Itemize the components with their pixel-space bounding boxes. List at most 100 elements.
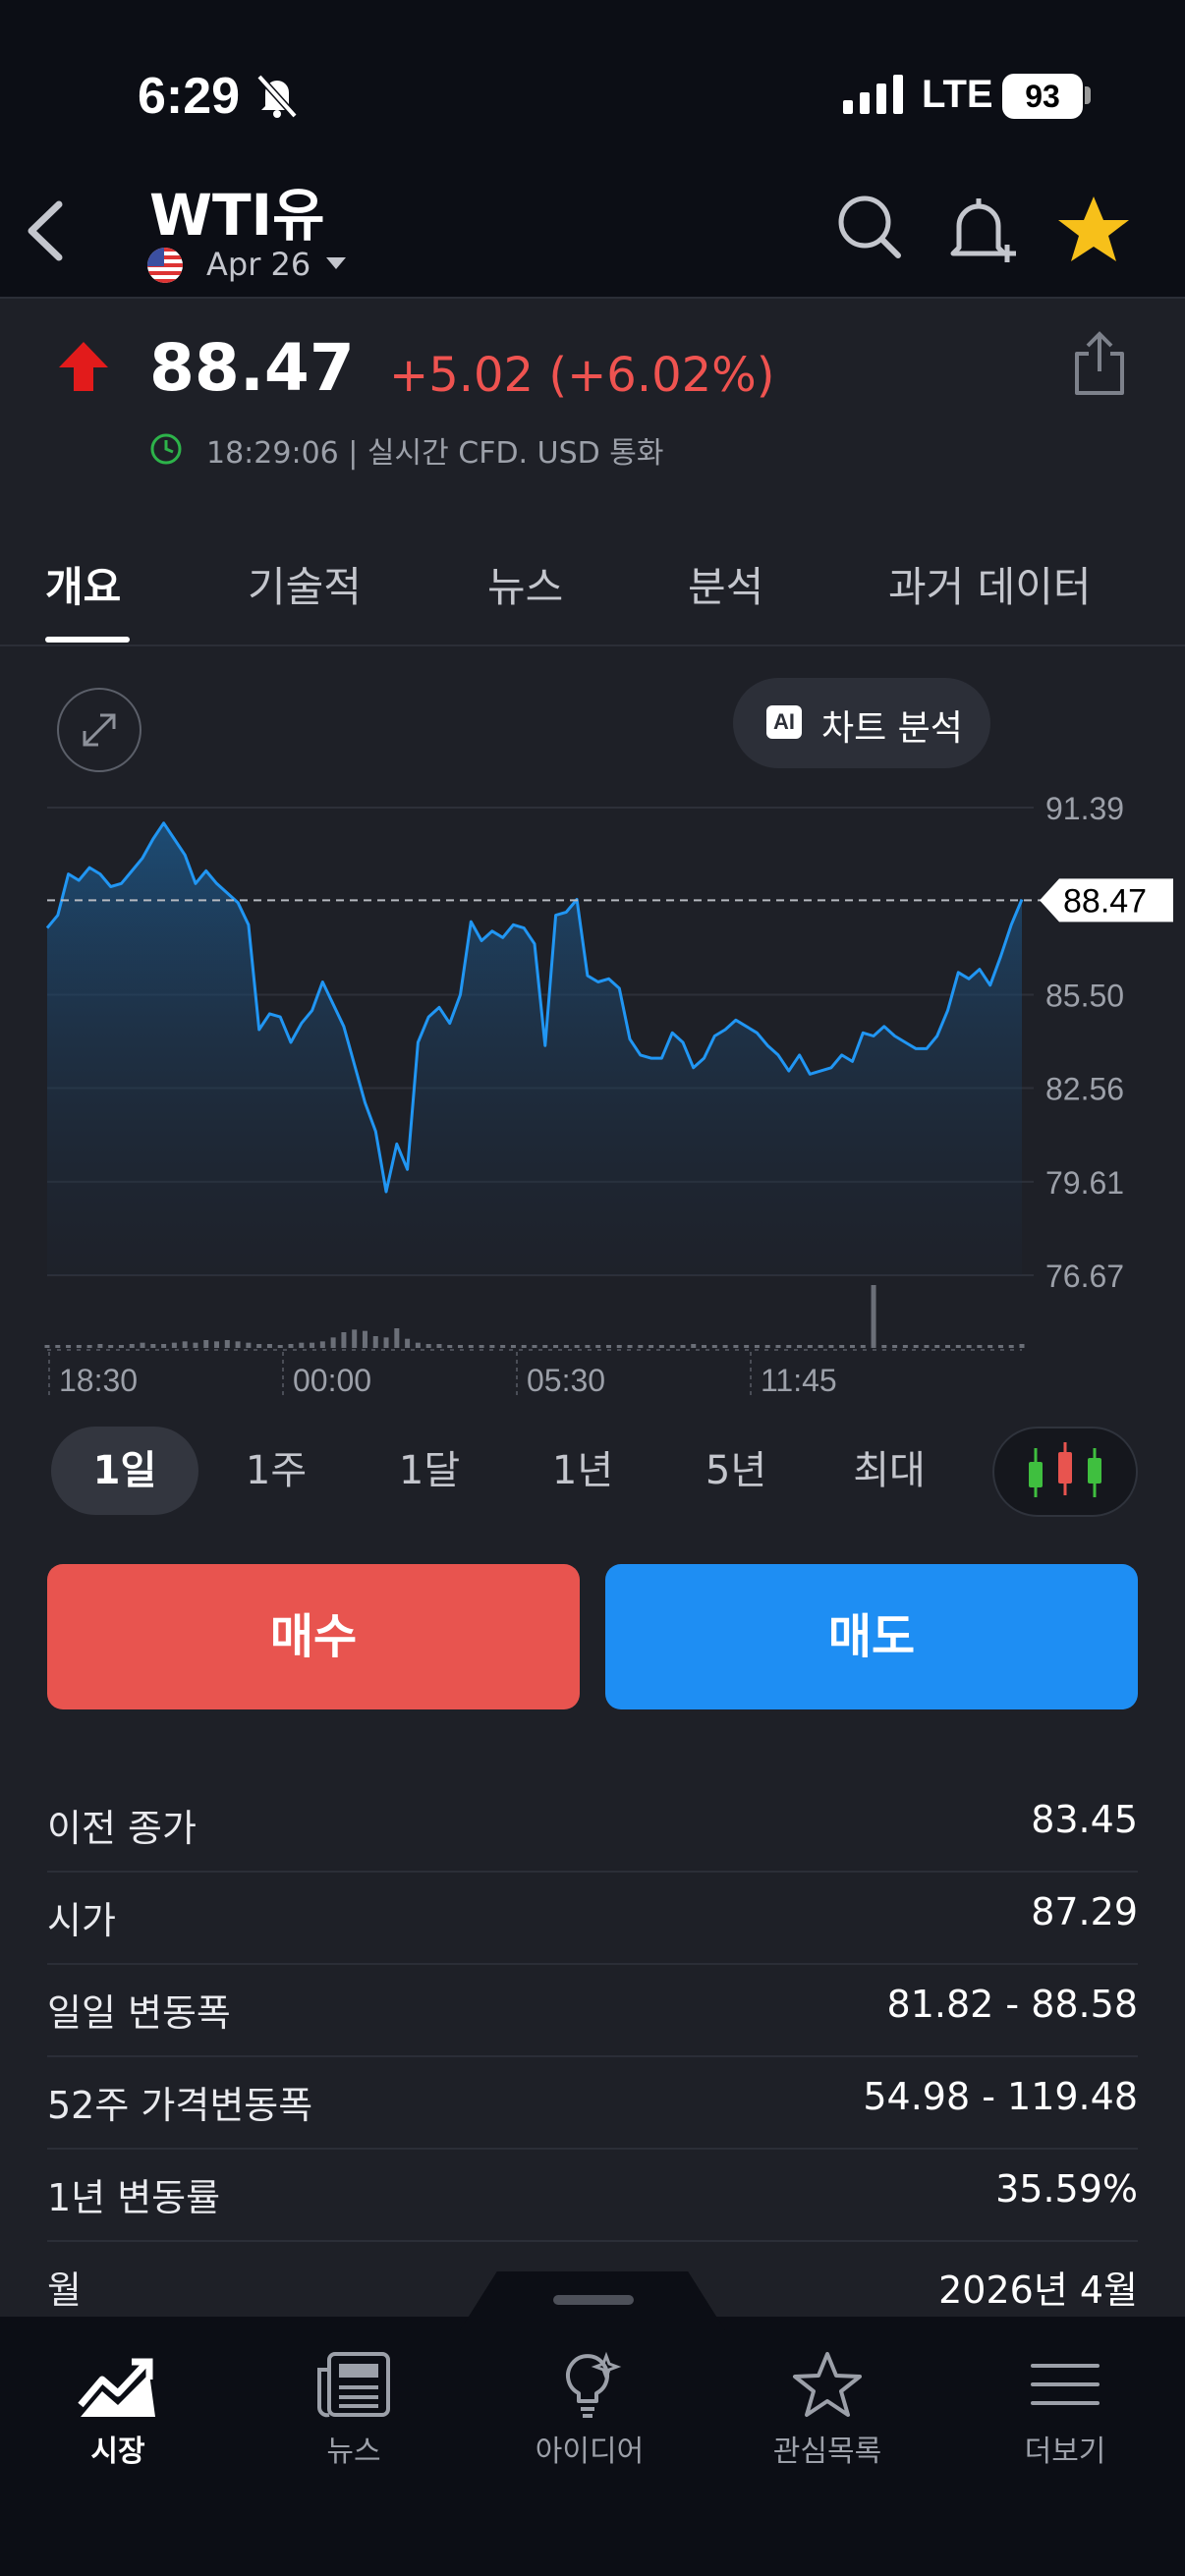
volume-bar bbox=[542, 1345, 548, 1348]
volume-bar bbox=[744, 1345, 750, 1348]
y-tick-label: 82.56 bbox=[1045, 1072, 1124, 1107]
volume-bar bbox=[86, 1345, 92, 1348]
volume-bar bbox=[860, 1345, 866, 1348]
volume-bar bbox=[871, 1285, 876, 1348]
volume-bar bbox=[97, 1344, 103, 1348]
nav-label: 뉴스 bbox=[326, 2435, 381, 2469]
period-1w[interactable]: 1주 bbox=[202, 1427, 350, 1515]
volume-bar bbox=[214, 1341, 220, 1348]
active-tab-indicator bbox=[45, 637, 130, 643]
tab-historical-data[interactable]: 과거 데이터 bbox=[888, 554, 1092, 614]
volume-bar bbox=[585, 1345, 591, 1348]
volume-bar bbox=[458, 1345, 464, 1348]
back-button[interactable] bbox=[18, 196, 77, 265]
volume-bar bbox=[372, 1336, 378, 1348]
tab-technical[interactable]: 기술적 bbox=[248, 554, 362, 614]
expand-chart-button[interactable] bbox=[57, 688, 141, 772]
stat-value: 54.98 - 119.48 bbox=[863, 2075, 1138, 2118]
volume-bar bbox=[468, 1345, 474, 1348]
stat-value: 87.29 bbox=[1031, 1890, 1138, 1933]
period-1m[interactable]: 1달 bbox=[356, 1427, 503, 1515]
volume-bar bbox=[394, 1328, 400, 1348]
period-1d[interactable]: 1일 bbox=[51, 1427, 198, 1515]
nav-ideas[interactable]: 아이디어 bbox=[491, 2350, 688, 2470]
key-stats: 이전 종가 83.45 시가 87.29 일일 변동폭 81.82 - 88.5… bbox=[47, 1780, 1138, 2334]
nav-news[interactable]: 뉴스 bbox=[255, 2350, 452, 2470]
volume-bar bbox=[510, 1345, 516, 1348]
volume-bar bbox=[627, 1345, 633, 1348]
period-1y[interactable]: 1년 bbox=[509, 1427, 656, 1515]
stat-label: 이전 종가 bbox=[47, 1807, 197, 1850]
up-arrow-icon bbox=[59, 342, 108, 391]
buy-button[interactable]: 매수 bbox=[47, 1564, 580, 1709]
volume-bar bbox=[500, 1345, 506, 1348]
stat-label: 월 bbox=[47, 2268, 82, 2312]
ai-chart-analysis-button[interactable]: AI 차트 분석 bbox=[733, 678, 990, 768]
volume-bar bbox=[669, 1345, 675, 1348]
volume-bar bbox=[266, 1344, 272, 1348]
volume-bar bbox=[118, 1345, 124, 1348]
silent-bell-icon bbox=[256, 74, 298, 119]
contract-selector[interactable]: Apr 26 bbox=[206, 246, 310, 283]
network-type: LTE bbox=[922, 73, 993, 116]
price-change: +5.02 (+6.02%) bbox=[389, 348, 775, 403]
volume-bar bbox=[1008, 1345, 1014, 1348]
signal-icon bbox=[843, 75, 903, 114]
volume-bar bbox=[638, 1345, 644, 1348]
chevron-down-icon[interactable] bbox=[326, 257, 346, 269]
chart-type-button[interactable] bbox=[992, 1427, 1138, 1517]
nav-markets[interactable]: 시장 bbox=[20, 2350, 216, 2470]
volume-bar bbox=[913, 1345, 919, 1348]
y-tick-label: 91.39 bbox=[1045, 791, 1124, 826]
expand-icon bbox=[83, 713, 116, 747]
nav-watchlist[interactable]: 관심목록 bbox=[729, 2350, 926, 2470]
volume-bar bbox=[754, 1345, 760, 1348]
volume-bar bbox=[797, 1345, 803, 1348]
nav-label: 관심목록 bbox=[772, 2435, 882, 2469]
volume-bar bbox=[532, 1345, 537, 1348]
volume-bar bbox=[945, 1345, 951, 1348]
volume-bar bbox=[711, 1345, 717, 1348]
volume-bar bbox=[436, 1344, 442, 1348]
lightbulb-icon bbox=[566, 2351, 622, 2418]
tab-news[interactable]: 뉴스 bbox=[487, 554, 563, 614]
volume-bar bbox=[658, 1345, 664, 1348]
volume-bar bbox=[161, 1344, 167, 1348]
volume-bar bbox=[150, 1344, 156, 1348]
volume-bar bbox=[680, 1345, 686, 1348]
drag-handle[interactable] bbox=[553, 2295, 634, 2305]
share-icon[interactable] bbox=[1071, 330, 1128, 397]
volume-bar bbox=[362, 1330, 367, 1348]
nav-more[interactable]: 더보기 bbox=[967, 2350, 1163, 2470]
tab-overview[interactable]: 개요 bbox=[45, 554, 121, 614]
us-flag-icon bbox=[147, 248, 183, 283]
sell-button[interactable]: 매도 bbox=[605, 1564, 1138, 1709]
volume-bar bbox=[649, 1345, 654, 1348]
volume-bar bbox=[277, 1345, 283, 1348]
tab-analysis[interactable]: 분석 bbox=[688, 554, 763, 614]
volume-bar bbox=[764, 1345, 770, 1348]
volume-bar bbox=[246, 1342, 252, 1348]
volume-bar bbox=[171, 1342, 177, 1348]
favorite-star-icon[interactable] bbox=[1056, 193, 1131, 267]
volume-bar bbox=[288, 1344, 294, 1348]
period-max[interactable]: 최대 bbox=[816, 1427, 963, 1515]
price-chart[interactable]: 91.39 85.50 82.56 79.61 76.67 88.47 18:30 00:… bbox=[0, 786, 1185, 1395]
clock-icon bbox=[150, 433, 182, 465]
volume-bar bbox=[828, 1345, 834, 1348]
x-tick-label: 18:30 bbox=[59, 1363, 138, 1395]
period-5y[interactable]: 5년 bbox=[662, 1427, 810, 1515]
x-tick-label: 05:30 bbox=[527, 1363, 605, 1395]
volume-bar bbox=[849, 1345, 855, 1348]
volume-bar bbox=[415, 1342, 421, 1348]
volume-bar bbox=[224, 1340, 230, 1348]
stat-label: 일일 변동폭 bbox=[47, 1991, 231, 2035]
volume-bar bbox=[425, 1344, 431, 1348]
stat-label: 52주 가격변동폭 bbox=[47, 2084, 313, 2127]
ai-button-label: 차트 분석 bbox=[821, 708, 963, 749]
stat-label: 1년 변동률 bbox=[47, 2176, 221, 2219]
volume-bar bbox=[924, 1345, 930, 1348]
volume-bar bbox=[447, 1345, 453, 1348]
search-icon[interactable] bbox=[835, 193, 904, 263]
add-alert-bell-icon[interactable] bbox=[945, 193, 1020, 267]
